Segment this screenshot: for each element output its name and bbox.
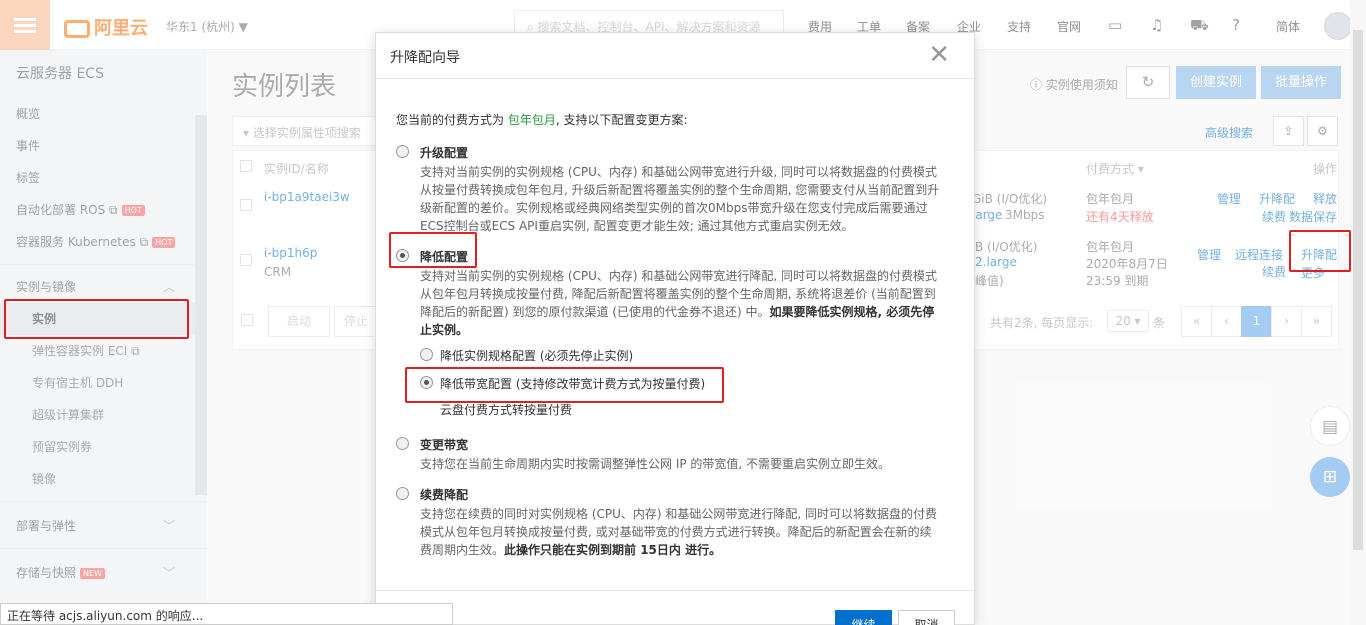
highlight-bandwidth-suboption bbox=[405, 367, 724, 403]
option-title: 续费降配 bbox=[420, 488, 469, 502]
dialog-title: 升降配向导 bbox=[390, 50, 460, 66]
renew-downgrade-radio[interactable] bbox=[396, 487, 409, 500]
change-bandwidth-radio[interactable] bbox=[396, 437, 409, 450]
dialog-header: 升降配向导 ✕ bbox=[376, 33, 974, 79]
option-desc: 支持您在当前生命周期内实时按需调整弹性公网 IP 的带宽值, 不需要重启实例立即… bbox=[420, 457, 891, 471]
option-desc: 支持对当前实例的实例规格 (CPU、内存) 和基础公网带宽进行降配, 同时可以将… bbox=[420, 269, 938, 337]
sub-radio[interactable] bbox=[420, 348, 433, 361]
cancel-button[interactable]: 取消 bbox=[898, 610, 955, 625]
highlight-resize-link bbox=[1289, 230, 1351, 272]
highlight-downgrade-option bbox=[389, 232, 477, 268]
dialog-footer: 继续 取消 bbox=[376, 590, 974, 625]
option-title: 变更带宽 bbox=[420, 438, 469, 452]
option-desc: 支持您在续费的同时对实例规格 (CPU、内存) 和基础公网带宽进行降配, 同时可… bbox=[420, 507, 938, 557]
continue-button[interactable]: 继续 bbox=[835, 610, 892, 625]
pay-method-lead: 您当前的付费方式为 包年包月, 支持以下配置变更方案: bbox=[396, 113, 688, 127]
resize-wizard-dialog: 升降配向导 ✕ 您当前的付费方式为 包年包月, 支持以下配置变更方案: 升级配置… bbox=[375, 32, 975, 625]
option-desc: 支持对当前实例的实例规格 (CPU、内存) 和基础公网带宽进行升级, 同时可以将… bbox=[420, 165, 940, 233]
upgrade-radio[interactable] bbox=[396, 145, 409, 158]
option-title: 升级配置 bbox=[420, 146, 469, 160]
close-icon[interactable]: ✕ bbox=[928, 41, 950, 69]
browser-status-bar: 正在等待 acjs.aliyun.com 的响应... bbox=[0, 603, 453, 625]
highlight-instances-menu bbox=[4, 299, 189, 339]
